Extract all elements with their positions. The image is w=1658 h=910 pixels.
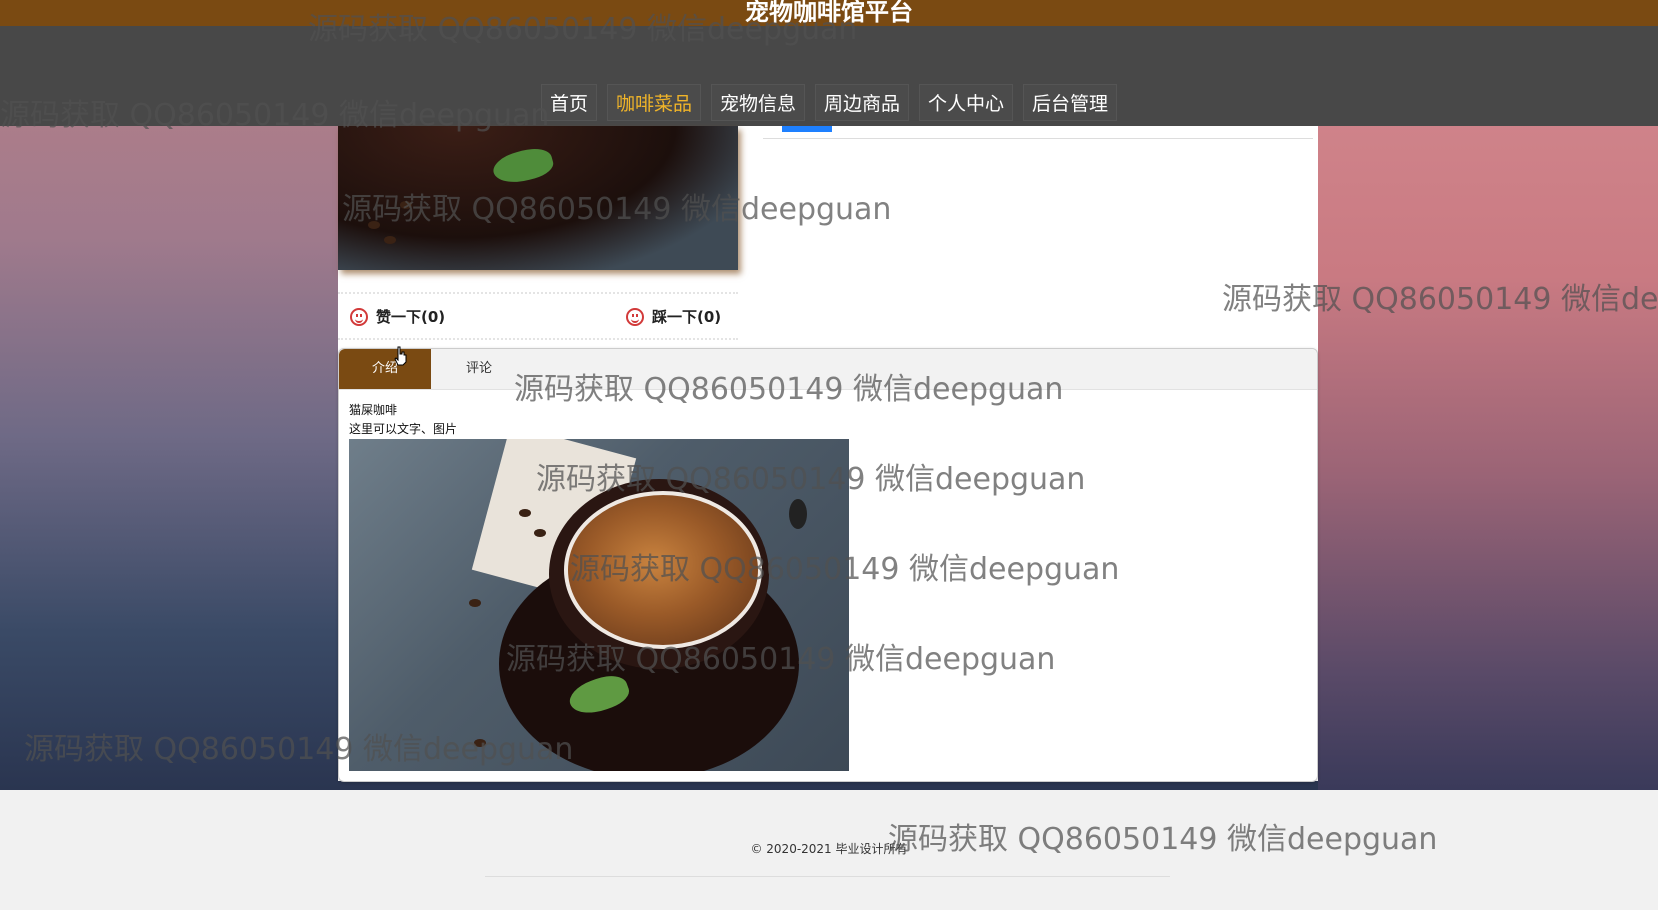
active-tab-indicator (782, 126, 832, 132)
product-name: 猫屎咖啡 (349, 403, 398, 417)
tab-bar: 介绍 评论 (339, 349, 1317, 390)
coffee-bean (534, 529, 546, 537)
nav-item-home[interactable]: 首页 (540, 84, 597, 121)
nav-item-pet-info[interactable]: 宠物信息 (710, 84, 805, 121)
product-image-top (338, 126, 738, 270)
nav-item-coffee-menu[interactable]: 咖啡菜品 (606, 84, 701, 121)
tab-intro[interactable]: 介绍 (339, 349, 431, 389)
smile-icon (350, 307, 368, 326)
nav-item-admin[interactable]: 后台管理 (1023, 84, 1118, 121)
detail-tabs: 介绍 评论 猫屎咖啡 这里可以文字、图片 (338, 348, 1318, 782)
coffee-bean (519, 509, 531, 517)
mint-leaf (490, 143, 556, 189)
vote-box: 赞一下(0) 踩一下(0) (338, 292, 738, 340)
dislike-button[interactable]: 踩一下(0) (626, 306, 721, 327)
nav-item-merchandise[interactable]: 周边商品 (815, 84, 910, 121)
dislike-label: 踩一下(0) (652, 308, 722, 326)
hand-cursor-icon (394, 346, 407, 366)
footer-divider (485, 876, 1170, 877)
navbar: 首页 咖啡菜品 宠物信息 周边商品 个人中心 后台管理 (0, 26, 1658, 126)
coffee-bean (469, 599, 481, 607)
coffee-bean (368, 221, 380, 229)
product-image-main (349, 439, 849, 771)
like-label: 赞一下(0) (376, 308, 446, 326)
divider (763, 138, 1313, 139)
coffee-bean (474, 739, 486, 747)
smile-icon (626, 307, 644, 326)
copyright: © 2020-2021 毕业设计所有 (750, 842, 908, 856)
main-nav: 首页 咖啡菜品 宠物信息 周边商品 个人中心 后台管理 (0, 84, 1658, 121)
top-bar: 宠物咖啡馆平台 (0, 0, 1658, 26)
site-title: 宠物咖啡馆平台 (745, 0, 913, 26)
coffee-bean (384, 236, 396, 244)
intro-text: 猫屎咖啡 这里可以文字、图片 (349, 401, 457, 439)
spoon (789, 499, 807, 529)
product-description: 这里可以文字、图片 (349, 422, 458, 436)
coffee (564, 491, 762, 649)
footer: © 2020-2021 毕业设计所有 (0, 804, 1658, 910)
nav-item-user-center[interactable]: 个人中心 (919, 84, 1014, 121)
like-button[interactable]: 赞一下(0) (350, 306, 445, 327)
tab-comments[interactable]: 评论 (431, 349, 527, 389)
coffee-bean (400, 201, 412, 209)
